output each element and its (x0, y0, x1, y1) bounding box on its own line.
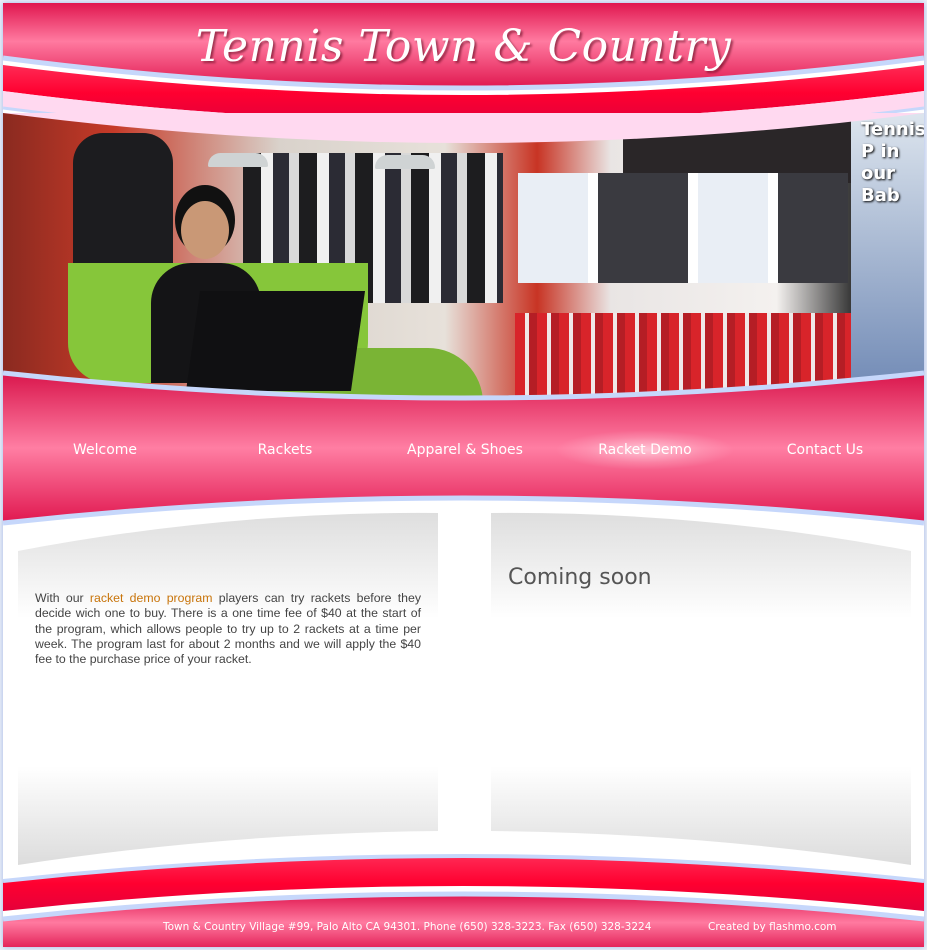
content-panels (18, 512, 911, 865)
store-photo: Tennis P in our Bab (3, 113, 924, 403)
nav-item-racket-demo[interactable]: Racket Demo (555, 430, 735, 470)
site-title[interactable]: Tennis Town & Country (3, 21, 924, 72)
nav-item-contact-us[interactable]: Contact Us (735, 430, 915, 470)
nav-item-rackets[interactable]: Rackets (195, 430, 375, 470)
main-nav: Welcome Rackets Apparel & Shoes Racket D… (3, 430, 924, 470)
nav-item-welcome[interactable]: Welcome (15, 430, 195, 470)
demo-program-description: With our racket demo program players can… (35, 591, 421, 667)
footer-credit-link[interactable]: Created by flashmo.com (708, 921, 837, 933)
racket-demo-program-link[interactable]: racket demo program (90, 591, 213, 605)
footer-address: Town & Country Village #99, Palo Alto CA… (163, 921, 652, 933)
coming-soon-heading: Coming soon (508, 565, 652, 590)
page-frame: Tennis Town & Country Tennis P in our Ba… (3, 3, 924, 947)
nav-item-apparel-shoes[interactable]: Apparel & Shoes (375, 430, 555, 470)
